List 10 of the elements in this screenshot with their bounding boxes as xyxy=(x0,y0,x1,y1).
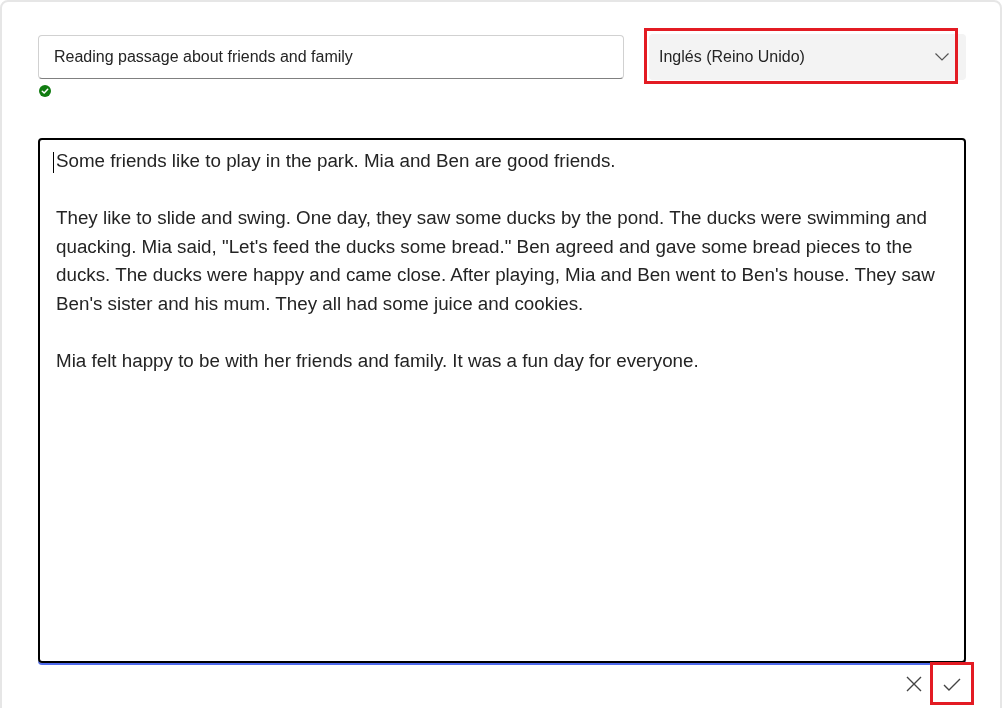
text-cursor xyxy=(53,152,54,173)
text-paragraph: They like to slide and swing. One day, they saw some ducks by the pond. The ducks were swimming and quacking. Mia said, "Let's feed the ducks some bread." Ben agreed and gave some bread pieces to the ducks. The ducks were happy and came close. After playing, Mia and Ben went to Ben's house. They saw Ben's sister and his mum. They all had some juice and cookies. xyxy=(56,206,936,316)
text-paragraph: Mia felt happy to be with her friends and family. It was a fun day for everyone. xyxy=(56,348,700,373)
text-area[interactable] xyxy=(38,138,966,663)
title-input-field[interactable]: Reading passage about friends and family xyxy=(38,35,624,79)
language-dropdown[interactable]: Inglés (Reino Unido) xyxy=(649,34,966,80)
text-paragraph: Some friends like to play in the park. Mia and Ben are good friends. xyxy=(56,149,617,173)
chevron-down-icon xyxy=(935,53,949,61)
close-icon xyxy=(906,676,922,692)
check-icon xyxy=(943,677,961,691)
